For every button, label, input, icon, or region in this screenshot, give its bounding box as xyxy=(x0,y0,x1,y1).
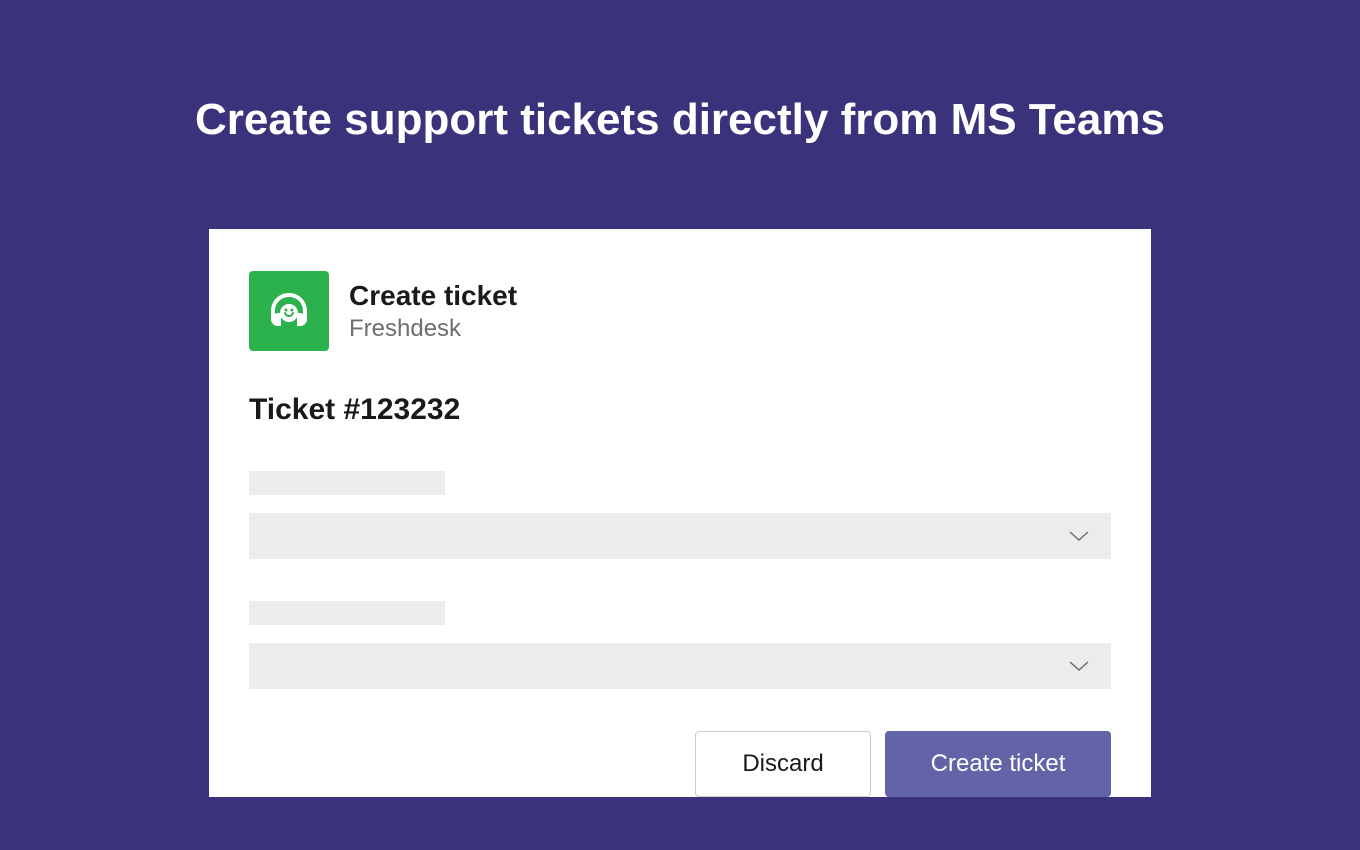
form-group-1 xyxy=(249,471,1111,559)
freshdesk-app-icon xyxy=(249,271,329,351)
card-title: Create ticket xyxy=(349,279,517,313)
headset-icon xyxy=(265,287,313,335)
card-subtitle: Freshdesk xyxy=(349,315,517,343)
chevron-down-icon xyxy=(1067,659,1091,673)
create-ticket-card: Create ticket Freshdesk Ticket #123232 xyxy=(209,229,1151,797)
dropdown-field-1[interactable] xyxy=(249,513,1111,559)
ticket-number: Ticket #123232 xyxy=(249,393,1111,427)
form-label-placeholder-2 xyxy=(249,601,445,625)
create-ticket-button[interactable]: Create ticket xyxy=(885,731,1111,797)
button-row: Discard Create ticket xyxy=(249,731,1111,797)
card-header: Create ticket Freshdesk xyxy=(249,271,1111,351)
form-label-placeholder-1 xyxy=(249,471,445,495)
card-header-text: Create ticket Freshdesk xyxy=(349,279,517,343)
dropdown-field-2[interactable] xyxy=(249,643,1111,689)
discard-button[interactable]: Discard xyxy=(695,731,871,797)
page-title: Create support tickets directly from MS … xyxy=(0,0,1360,145)
chevron-down-icon xyxy=(1067,529,1091,543)
form-group-2 xyxy=(249,601,1111,689)
